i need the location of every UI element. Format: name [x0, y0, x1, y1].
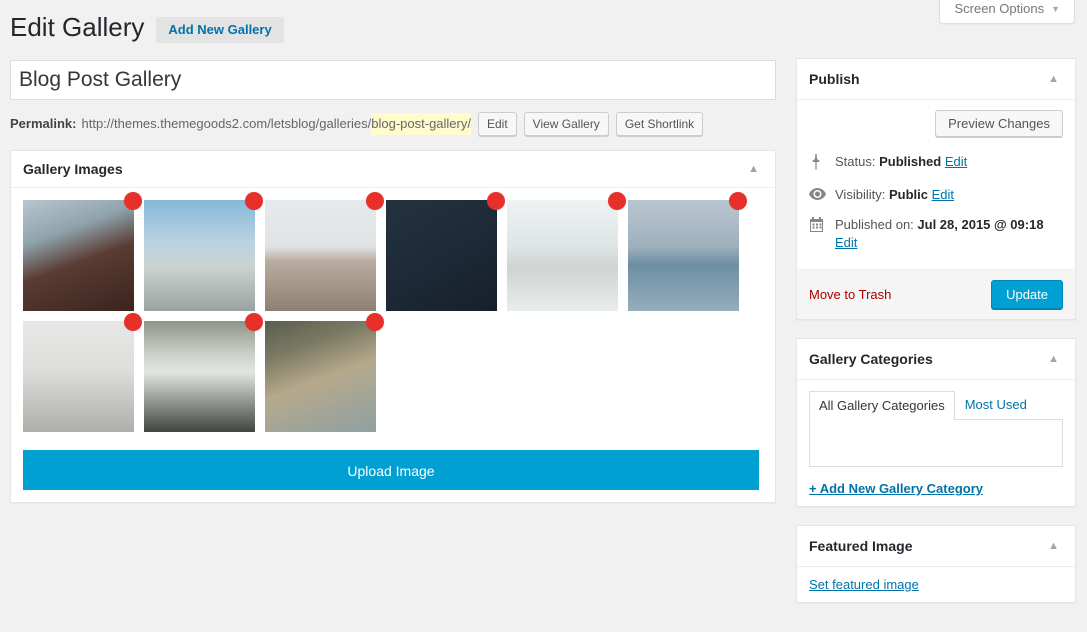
- chevron-up-icon[interactable]: ▲: [744, 160, 763, 179]
- visibility-text: Visibility: Public Edit: [835, 186, 954, 204]
- remove-image-icon[interactable]: [729, 192, 747, 210]
- featured-image-panel: Featured Image ▲ Set featured image: [796, 525, 1076, 603]
- featured-image-body: Set featured image: [797, 567, 1075, 602]
- screen-options-tab[interactable]: Screen Options ▼: [939, 0, 1075, 24]
- permalink: Permalink: http://themes.themegoods2.com…: [10, 112, 776, 136]
- status-label: Status:: [835, 154, 875, 169]
- publish-header: Publish ▲: [797, 59, 1075, 100]
- gallery-images-panel: Gallery Images ▲ Upload Image: [10, 150, 776, 503]
- remove-image-icon[interactable]: [366, 313, 384, 331]
- visibility-label: Visibility:: [835, 187, 885, 202]
- get-shortlink-button[interactable]: Get Shortlink: [616, 112, 703, 136]
- preview-row: Preview Changes: [809, 110, 1063, 137]
- calendar-icon: [809, 216, 827, 237]
- gallery-thumbnail[interactable]: [265, 200, 376, 311]
- gallery-thumbnail[interactable]: [144, 321, 255, 432]
- gallery-thumbnail-image: [265, 200, 376, 311]
- published-on-edit-link[interactable]: Edit: [835, 235, 857, 250]
- published-on-value: Jul 28, 2015 @ 09:18: [917, 217, 1043, 232]
- update-button[interactable]: Update: [991, 280, 1063, 309]
- move-to-trash-link[interactable]: Move to Trash: [809, 287, 891, 302]
- visibility-edit-link[interactable]: Edit: [932, 187, 954, 202]
- gallery-categories-body: All Gallery Categories Most Used + Add N…: [797, 380, 1075, 506]
- category-tabs: All Gallery Categories Most Used: [809, 390, 1063, 419]
- published-on-row: Published on: Jul 28, 2015 @ 09:18 Edit: [809, 212, 1063, 259]
- eye-icon: [809, 186, 827, 205]
- permalink-url: http://themes.themegoods2.com/letsblog/g…: [81, 113, 371, 135]
- status-row: Status: Published Edit: [809, 149, 1063, 182]
- gallery-images-grid: [11, 188, 775, 436]
- status-edit-link[interactable]: Edit: [945, 154, 967, 169]
- remove-image-icon[interactable]: [366, 192, 384, 210]
- category-list[interactable]: [809, 419, 1063, 467]
- publish-panel: Publish ▲ Preview Changes Status: Publis…: [796, 58, 1076, 320]
- permalink-label: Permalink:: [10, 113, 76, 135]
- chevron-down-icon: ▼: [1051, 4, 1060, 14]
- gallery-categories-header: Gallery Categories ▲: [797, 339, 1075, 380]
- gallery-thumbnail[interactable]: [507, 200, 618, 311]
- gallery-thumbnail-image: [628, 200, 739, 311]
- upload-image-button[interactable]: Upload Image: [23, 450, 759, 490]
- admin-page: Screen Options ▼ Edit Gallery Add New Ga…: [0, 0, 1087, 632]
- gallery-thumbnail-image: [386, 200, 497, 311]
- remove-image-icon[interactable]: [487, 192, 505, 210]
- add-new-gallery-category-link[interactable]: + Add New Gallery Category: [809, 481, 983, 496]
- visibility-value: Public: [889, 187, 928, 202]
- gallery-title-input[interactable]: [10, 60, 776, 100]
- gallery-images-header: Gallery Images ▲: [11, 151, 775, 188]
- gallery-thumbnail[interactable]: [23, 321, 134, 432]
- gallery-thumbnail[interactable]: [386, 200, 497, 311]
- gallery-thumbnail-image: [144, 200, 255, 311]
- gallery-categories-title: Gallery Categories: [809, 351, 933, 367]
- gallery-thumbnail[interactable]: [265, 321, 376, 432]
- preview-changes-button[interactable]: Preview Changes: [935, 110, 1063, 137]
- chevron-up-icon[interactable]: ▲: [1044, 70, 1063, 89]
- gallery-thumbnail-image: [265, 321, 376, 432]
- remove-image-icon[interactable]: [124, 313, 142, 331]
- gallery-images-title: Gallery Images: [23, 151, 123, 188]
- gallery-thumbnail[interactable]: [144, 200, 255, 311]
- gallery-thumbnail[interactable]: [23, 200, 134, 311]
- published-on-text: Published on: Jul 28, 2015 @ 09:18 Edit: [835, 216, 1063, 252]
- featured-image-header: Featured Image ▲: [797, 526, 1075, 567]
- status-value: Published: [879, 154, 941, 169]
- tab-all-gallery-categories[interactable]: All Gallery Categories: [809, 391, 955, 420]
- published-on-label: Published on:: [835, 217, 914, 232]
- gallery-thumbnail-image: [23, 321, 134, 432]
- gallery-thumbnail-image: [23, 200, 134, 311]
- chevron-up-icon[interactable]: ▲: [1044, 537, 1063, 556]
- tab-most-used[interactable]: Most Used: [955, 390, 1037, 419]
- remove-image-icon[interactable]: [245, 313, 263, 331]
- gallery-thumbnail-image: [144, 321, 255, 432]
- page-header: Edit Gallery Add New Gallery: [10, 10, 284, 44]
- remove-image-icon[interactable]: [124, 192, 142, 210]
- screen-options-label: Screen Options: [954, 1, 1044, 16]
- permalink-edit-button[interactable]: Edit: [478, 112, 517, 136]
- set-featured-image-link[interactable]: Set featured image: [809, 577, 919, 592]
- view-gallery-button[interactable]: View Gallery: [524, 112, 609, 136]
- gallery-thumbnail[interactable]: [628, 200, 739, 311]
- permalink-slug: blog-post-gallery/: [371, 113, 471, 135]
- remove-image-icon[interactable]: [608, 192, 626, 210]
- main-column: Permalink: http://themes.themegoods2.com…: [10, 60, 776, 503]
- chevron-up-icon[interactable]: ▲: [1044, 350, 1063, 369]
- status-text: Status: Published Edit: [835, 153, 967, 171]
- gallery-categories-panel: Gallery Categories ▲ All Gallery Categor…: [796, 338, 1076, 507]
- pin-icon: [809, 153, 827, 175]
- visibility-row: Visibility: Public Edit: [809, 182, 1063, 212]
- gallery-thumbnail-image: [507, 200, 618, 311]
- publish-body: Preview Changes Status: Published Edit: [797, 100, 1075, 269]
- publish-actions: Move to Trash Update: [797, 269, 1075, 319]
- featured-image-title: Featured Image: [809, 538, 912, 554]
- page-title: Edit Gallery: [10, 10, 144, 44]
- publish-title: Publish: [809, 71, 860, 87]
- sidebar: Publish ▲ Preview Changes Status: Publis…: [796, 58, 1076, 621]
- add-new-gallery-button[interactable]: Add New Gallery: [156, 17, 283, 43]
- remove-image-icon[interactable]: [245, 192, 263, 210]
